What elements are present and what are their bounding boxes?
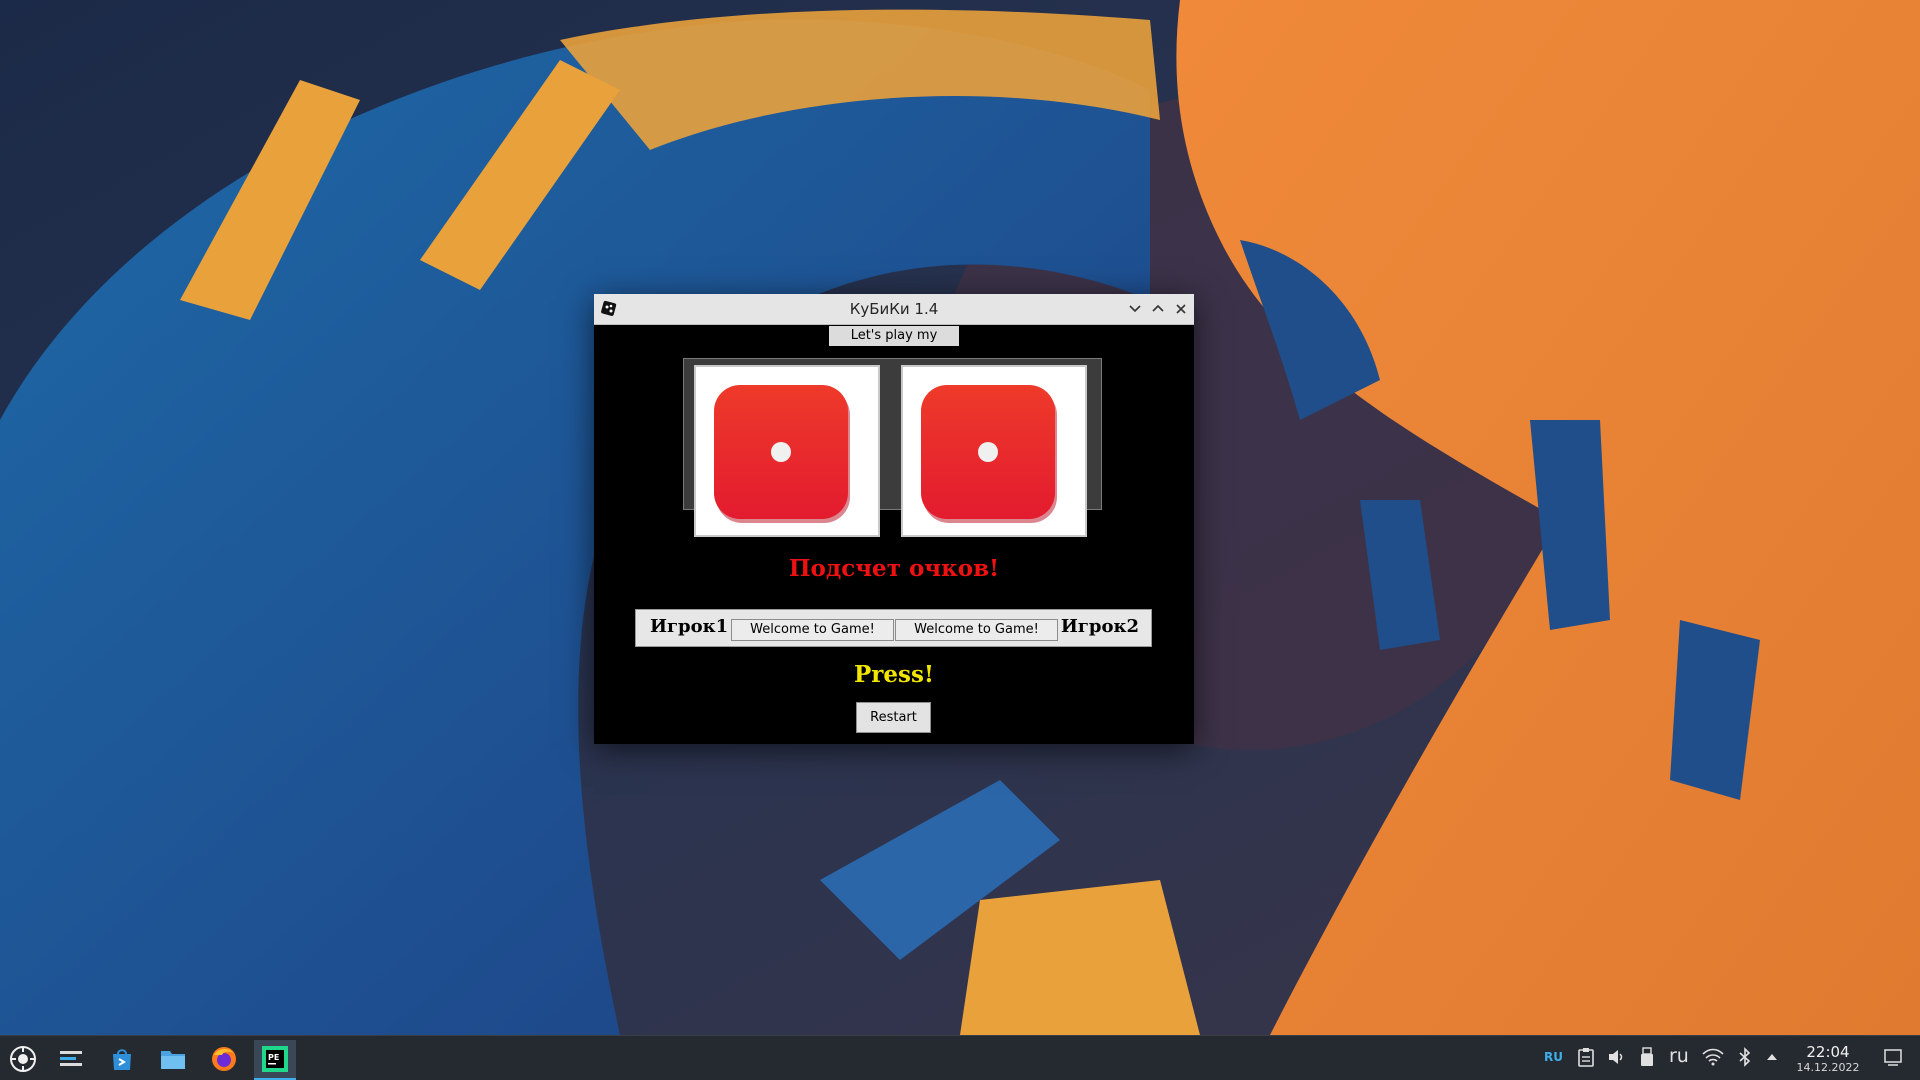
dice-panel xyxy=(683,358,1102,537)
overview-button[interactable] xyxy=(50,1040,92,1078)
restart-button[interactable]: Restart xyxy=(856,702,931,733)
clock-date[interactable]: 14.12.2022 xyxy=(1795,1061,1861,1074)
app-window: КуБиКи 1.4 Let's play my game! Подсчет о… xyxy=(594,294,1194,744)
firefox[interactable] xyxy=(203,1040,245,1078)
score-title: Подсчет очков! xyxy=(788,555,1000,582)
file-manager-icon xyxy=(161,1051,185,1069)
window-titlebar[interactable]: КуБиКи 1.4 xyxy=(594,294,1194,325)
store-icon xyxy=(113,1049,131,1070)
close-button[interactable] xyxy=(1172,300,1190,318)
player2-score-field: Welcome to Game! xyxy=(895,619,1058,641)
overview-icon xyxy=(60,1051,82,1066)
application-launcher-icon xyxy=(10,1046,36,1072)
volume-icon[interactable] xyxy=(1607,1047,1627,1067)
player1-label: Игрок1 xyxy=(650,616,729,637)
language-indicator[interactable]: RU xyxy=(1544,1050,1563,1064)
show-desktop-icon[interactable] xyxy=(1884,1048,1902,1066)
clock-time[interactable]: 22:04 xyxy=(1795,1043,1861,1061)
wifi-icon[interactable] xyxy=(1702,1048,1724,1066)
bluetooth-icon[interactable] xyxy=(1738,1047,1752,1067)
taskbar: PE RU ru 22:04 14.12.2022 xyxy=(0,1035,1920,1080)
pycharm[interactable]: PE xyxy=(254,1040,296,1080)
press-label: Press! xyxy=(853,661,935,688)
pycharm-icon: PE xyxy=(262,1046,288,1072)
svg-text:PE: PE xyxy=(268,1053,279,1062)
die-face-one-icon xyxy=(714,385,850,523)
player1-score-field: Welcome to Game! xyxy=(731,619,894,641)
welcome-label: Let's play my game! xyxy=(829,326,959,363)
keyboard-layout[interactable]: ru xyxy=(1669,1045,1689,1067)
expand-tray-icon[interactable] xyxy=(1765,1050,1779,1064)
usb-icon[interactable] xyxy=(1639,1047,1655,1067)
minimize-button[interactable] xyxy=(1126,300,1144,318)
firefox-icon xyxy=(212,1047,236,1071)
player2-label: Игрок2 xyxy=(1060,616,1139,637)
application-launcher[interactable] xyxy=(2,1040,44,1078)
die-face-one-icon xyxy=(921,385,1057,523)
maximize-button[interactable] xyxy=(1149,300,1167,318)
clipboard-icon[interactable] xyxy=(1577,1047,1595,1067)
window-content: Let's play my game! Подсчет очков! Игрок… xyxy=(594,325,1194,744)
die-1[interactable] xyxy=(694,365,880,537)
file-manager[interactable] xyxy=(152,1040,194,1078)
die-2[interactable] xyxy=(901,365,1087,537)
score-bar: Игрок1 Welcome to Game! Welcome to Game!… xyxy=(635,609,1152,647)
discover-store[interactable] xyxy=(101,1040,143,1078)
window-title: КуБиКи 1.4 xyxy=(849,300,939,318)
